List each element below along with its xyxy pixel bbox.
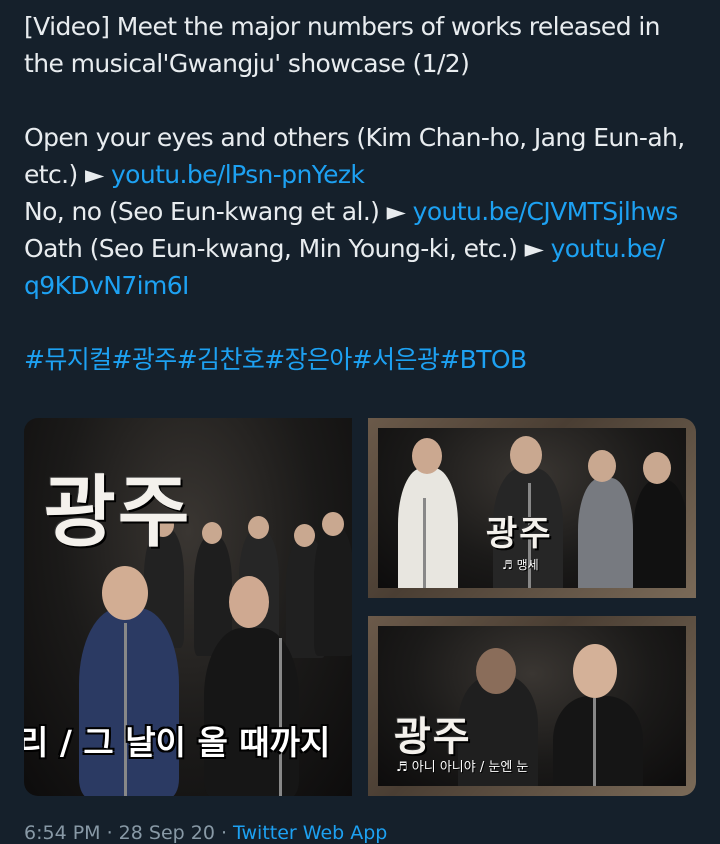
- tweet-text-fragment: etc.) ►: [24, 160, 111, 189]
- media-grid: 광주 리 / 그 날이 올 때까지 광주 ♬ 맹세 광주 ♬ 아니 아니야 / …: [24, 418, 696, 796]
- song-caption: ♬ 아니 아니야 / 눈엔 눈: [396, 760, 529, 775]
- tweet-timestamp[interactable]: 6:54 PM · 28 Sep 20 ·: [24, 822, 233, 844]
- media-image-1[interactable]: 광주 리 / 그 날이 올 때까지: [24, 418, 352, 796]
- tweet-line: the musical'Gwangju' showcase (1/2): [24, 49, 470, 78]
- tweet-footer: 6:54 PM · 28 Sep 20 · Twitter Web App: [24, 822, 387, 844]
- youtube-link-3[interactable]: youtu.be/: [551, 234, 665, 263]
- tweet-text-fragment: No, no (Seo Eun-kwang et al.) ►: [24, 197, 413, 226]
- tweet-source-app[interactable]: Twitter Web App: [233, 822, 387, 844]
- tweet-line: [Video] Meet the major numbers of works …: [24, 12, 661, 41]
- media-image-3[interactable]: 광주 ♬ 아니 아니야 / 눈엔 눈: [368, 616, 696, 796]
- youtube-link-1[interactable]: youtu.be/lPsn-pnYezk: [111, 160, 365, 189]
- hashtags[interactable]: #뮤지컬#광주#김찬호#장은아#서은광#BTOB: [24, 341, 704, 378]
- tweet-text: [Video] Meet the major numbers of works …: [24, 8, 704, 378]
- tweet-line: etc.) ► youtu.be/lPsn-pnYezk: [24, 156, 704, 193]
- gwangju-logo: 광주: [44, 468, 192, 558]
- video-subtitle: 리 / 그 날이 올 때까지: [24, 723, 331, 762]
- tweet-line: No, no (Seo Eun-kwang et al.) ► youtu.be…: [24, 193, 704, 230]
- youtube-link-2[interactable]: youtu.be/CJVMTSjlhws: [413, 197, 679, 226]
- song-caption: ♬ 맹세: [502, 558, 539, 572]
- youtube-link-3-cont[interactable]: q9KDvN7im6I: [24, 267, 704, 304]
- tweet-text-fragment: Oath (Seo Eun-kwang, Min Young-ki, etc.)…: [24, 234, 551, 263]
- gwangju-logo: 광주: [394, 714, 472, 760]
- tweet-line: Oath (Seo Eun-kwang, Min Young-ki, etc.)…: [24, 230, 704, 267]
- tweet-line: Open your eyes and others (Kim Chan-ho, …: [24, 123, 685, 152]
- media-image-2[interactable]: 광주 ♬ 맹세: [368, 418, 696, 598]
- gwangju-logo: 광주: [486, 514, 553, 554]
